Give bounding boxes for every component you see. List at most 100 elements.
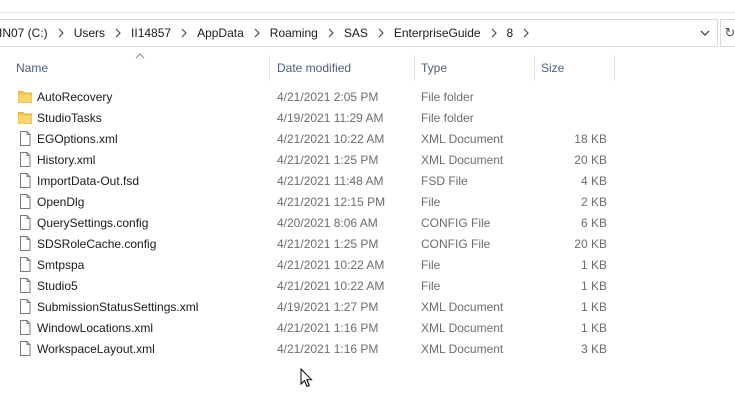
file-size: 4 KB [580, 173, 607, 188]
file-size: 18 KB [574, 131, 607, 146]
file-size: 1 KB [580, 320, 607, 335]
file-row[interactable]: SDSRoleCache.config 4/21/2021 1:25 PM CONF… [0, 233, 735, 254]
column-header-type-label: Type [421, 61, 448, 75]
folder-icon [18, 112, 32, 124]
file-row[interactable]: StudioTasks 4/19/2021 11:29 AM File folder [0, 107, 735, 128]
column-header-name-label: Name [16, 61, 49, 75]
file-type: XML Document [421, 152, 504, 167]
file-date-modified: 4/21/2021 2:05 PM [277, 89, 379, 104]
column-header-type[interactable]: Type [421, 55, 533, 81]
breadcrumb-item[interactable]: IN07 (C:) [0, 20, 50, 46]
column-header-name[interactable]: Name [16, 55, 268, 81]
file-name: SDSRoleCache.config [37, 236, 157, 251]
chevron-right-icon[interactable] [246, 20, 268, 46]
file-name: WorkspaceLayout.xml [37, 341, 155, 356]
chevron-right-icon[interactable] [173, 20, 195, 46]
file-size: 1 KB [580, 257, 607, 272]
file-size [540, 107, 607, 128]
file-icon [20, 257, 31, 272]
file-name: ImportData-Out.fsd [37, 173, 140, 188]
file-date-modified: 4/21/2021 12:15 PM [277, 194, 386, 209]
file-row[interactable]: EGOptions.xml 4/21/2021 10:22 AM XML Docum… [0, 128, 735, 149]
file-icon [20, 173, 31, 188]
file-name: Smtpspa [37, 257, 85, 272]
file-type: CONFIG File [421, 236, 491, 251]
file-row[interactable]: WindowLocations.xml 4/21/2021 1:16 PM XML … [0, 317, 735, 338]
file-icon [20, 236, 31, 251]
address-history-dropdown[interactable] [693, 20, 717, 46]
file-name: History.xml [37, 152, 96, 167]
file-row[interactable]: Studio5 4/21/2021 10:22 AM File 1 KB [0, 275, 735, 296]
file-name: EGOptions.xml [37, 131, 118, 146]
file-name: AutoRecovery [37, 89, 113, 104]
file-list: AutoRecovery 4/21/2021 2:05 PM File folder… [0, 86, 735, 359]
file-date-modified: 4/21/2021 1:25 PM [277, 152, 379, 167]
breadcrumb: IN07 (C:) Users II14857 AppData Roaming SAS En… [0, 20, 693, 46]
file-type: File [421, 194, 441, 209]
column-header-size-label: Size [541, 61, 565, 75]
file-row[interactable]: AutoRecovery 4/21/2021 2:05 PM File folder [0, 86, 735, 107]
file-icon [20, 341, 31, 356]
breadcrumb-item[interactable]: Roaming [268, 20, 320, 46]
column-divider[interactable] [414, 55, 415, 81]
chevron-right-icon[interactable] [320, 20, 342, 46]
mouse-cursor-icon [300, 368, 313, 388]
file-type: File folder [421, 89, 474, 104]
chevron-right-icon[interactable] [483, 20, 505, 46]
file-date-modified: 4/21/2021 10:22 AM [277, 131, 385, 146]
chevron-right-icon[interactable] [370, 20, 392, 46]
file-row[interactable]: OpenDlg 4/21/2021 12:15 PM File 2 KB [0, 191, 735, 212]
chevron-right-icon[interactable] [50, 20, 72, 46]
chevron-right-icon[interactable] [107, 20, 129, 46]
breadcrumb-item[interactable]: Users [72, 20, 107, 46]
file-size [540, 86, 607, 107]
file-size: 1 KB [580, 278, 607, 293]
chevron-down-icon [700, 30, 710, 36]
file-type: File [421, 257, 441, 272]
column-header-date[interactable]: Date modified [277, 55, 413, 81]
toolbar-strip [0, 0, 735, 13]
file-size: 2 KB [580, 194, 607, 209]
file-date-modified: 4/21/2021 10:22 AM [277, 257, 385, 272]
file-date-modified: 4/21/2021 11:48 AM [277, 173, 384, 188]
file-icon [20, 320, 31, 335]
address-bar[interactable]: IN07 (C:) Users II14857 AppData Roaming SAS En… [0, 19, 718, 47]
file-type: XML Document [421, 299, 504, 314]
file-date-modified: 4/20/2021 8:06 AM [277, 215, 378, 230]
file-row[interactable]: Smtpspa 4/21/2021 10:22 AM File 1 KB [0, 254, 735, 275]
refresh-button[interactable]: ↻ [720, 19, 735, 47]
file-type: File [421, 278, 441, 293]
file-icon [20, 194, 31, 209]
chevron-right-icon[interactable] [515, 20, 537, 46]
column-divider[interactable] [269, 55, 270, 81]
refresh-icon: ↻ [724, 25, 735, 40]
breadcrumb-item[interactable]: II14857 [129, 20, 173, 46]
file-size: 20 KB [574, 236, 607, 251]
column-divider[interactable] [534, 55, 535, 81]
file-type: XML Document [421, 320, 504, 335]
breadcrumb-item[interactable]: SAS [342, 20, 370, 46]
file-date-modified: 4/21/2021 1:16 PM [277, 320, 379, 335]
breadcrumb-item[interactable]: 8 [505, 20, 516, 46]
column-header: Name Date modified Type Size [0, 53, 735, 81]
file-icon [20, 299, 31, 314]
file-name: SubmissionStatusSettings.xml [37, 299, 199, 314]
file-name: QuerySettings.config [37, 215, 149, 230]
file-icon [20, 152, 31, 167]
file-date-modified: 4/19/2021 1:27 PM [277, 299, 379, 314]
file-row[interactable]: History.xml 4/21/2021 1:25 PM XML Document… [0, 149, 735, 170]
file-row[interactable]: QuerySettings.config 4/20/2021 8:06 AM CON… [0, 212, 735, 233]
breadcrumb-item[interactable]: AppData [195, 20, 246, 46]
breadcrumb-item[interactable]: EnterpriseGuide [392, 20, 483, 46]
column-header-size[interactable]: Size [541, 55, 613, 81]
file-row[interactable]: WorkspaceLayout.xml 4/21/2021 1:16 PM XML … [0, 338, 735, 359]
folder-icon [18, 91, 32, 103]
file-row[interactable]: ImportData-Out.fsd 4/21/2021 11:48 AM FSD … [0, 170, 735, 191]
file-size: 3 KB [580, 341, 607, 356]
file-type: XML Document [421, 341, 504, 356]
file-name: Studio5 [37, 278, 78, 293]
column-divider[interactable] [614, 55, 615, 81]
file-row[interactable]: SubmissionStatusSettings.xml 4/19/2021 1:… [0, 296, 735, 317]
file-date-modified: 4/21/2021 1:25 PM [277, 236, 379, 251]
file-type: XML Document [421, 131, 504, 146]
